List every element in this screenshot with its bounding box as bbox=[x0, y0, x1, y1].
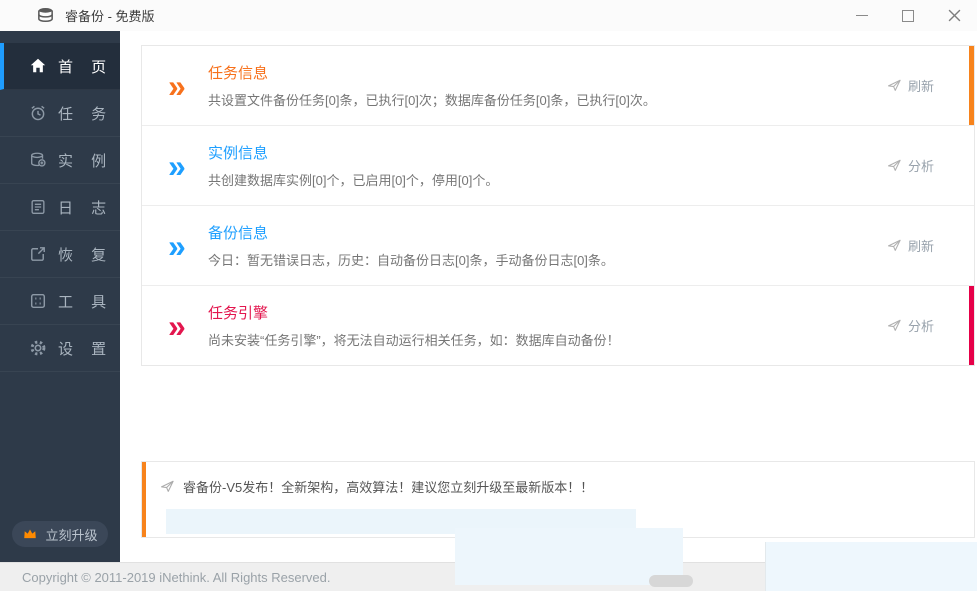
sidebar-item-logs[interactable]: 日 志 bbox=[0, 184, 120, 231]
copyright-text: Copyright © 2011-2019 iNethink. All Righ… bbox=[22, 569, 331, 585]
app-database-icon bbox=[36, 6, 55, 25]
maximize-button[interactable] bbox=[885, 0, 931, 31]
paper-plane-icon bbox=[887, 79, 901, 91]
card-text: 任务信息 共设置文件备份任务[0]条，已执行[0]次；数据库备份任务[0]条，已… bbox=[208, 62, 887, 109]
minimize-icon bbox=[856, 15, 868, 16]
announcement-text: 睿备份-V5发布！全新架构，高效算法！建议您立刻升级至最新版本！！ bbox=[183, 480, 594, 495]
upgrade-now-button[interactable]: 立刻升级 bbox=[12, 521, 108, 547]
minimize-button[interactable] bbox=[839, 0, 885, 31]
paper-plane-icon bbox=[160, 480, 174, 492]
card-title: 备份信息 bbox=[208, 225, 269, 242]
refresh-button[interactable]: 刷新 bbox=[887, 236, 934, 255]
sidebar-item-label: 恢 复 bbox=[58, 246, 114, 264]
overlay-blob bbox=[649, 575, 693, 587]
card-desc: 今日：暂无错误日志，历史：自动备份日志[0]条，手动备份日志[0]条。 bbox=[208, 253, 614, 268]
sidebar-item-tasks[interactable]: 任 务 bbox=[0, 90, 120, 137]
analyze-button[interactable]: 分析 bbox=[887, 156, 934, 175]
paper-plane-icon bbox=[887, 239, 901, 251]
sidebar: 首 页 任 务 实 例 日 志 恢 复 工 具 设 置 立刻升级 bbox=[0, 31, 120, 563]
database-icon bbox=[28, 151, 47, 170]
window-title: 睿备份 - 免费版 bbox=[65, 9, 155, 24]
sidebar-item-label: 日 志 bbox=[58, 199, 114, 217]
sidebar-item-settings[interactable]: 设 置 bbox=[0, 325, 120, 372]
sidebar-item-restore[interactable]: 恢 复 bbox=[0, 231, 120, 278]
sidebar-item-label: 工 具 bbox=[58, 293, 114, 311]
card-title: 任务引擎 bbox=[208, 305, 269, 322]
close-button[interactable] bbox=[931, 0, 977, 31]
action-label: 刷新 bbox=[907, 239, 934, 254]
double-chevron-icon: » bbox=[168, 307, 186, 344]
overlay-placeholder bbox=[765, 542, 977, 591]
card-text: 实例信息 共创建数据库实例[0]个，已启用[0]个，停用[0]个。 bbox=[208, 142, 887, 189]
analyze-button[interactable]: 分析 bbox=[887, 316, 934, 335]
card-desc: 共设置文件备份任务[0]条，已执行[0]次；数据库备份任务[0]条，已执行[0]… bbox=[208, 93, 656, 108]
card-text: 备份信息 今日：暂无错误日志，历史：自动备份日志[0]条，手动备份日志[0]条。 bbox=[208, 222, 887, 269]
card-task-info: » 任务信息 共设置文件备份任务[0]条，已执行[0]次；数据库备份任务[0]条… bbox=[142, 46, 974, 126]
refresh-button[interactable]: 刷新 bbox=[887, 76, 934, 95]
card-text: 任务引擎 尚未安装“任务引擎”，将无法自动运行相关任务，如：数据库自动备份！ bbox=[208, 302, 887, 349]
card-task-engine: » 任务引擎 尚未安装“任务引擎”，将无法自动运行相关任务，如：数据库自动备份！… bbox=[142, 286, 974, 365]
close-icon bbox=[948, 9, 960, 22]
action-label: 分析 bbox=[907, 159, 934, 174]
double-chevron-icon: » bbox=[168, 67, 186, 104]
announcement-card: 睿备份-V5发布！全新架构，高效算法！建议您立刻升级至最新版本！！ bbox=[141, 461, 975, 538]
card-accent-edge bbox=[969, 46, 974, 125]
sidebar-item-home[interactable]: 首 页 bbox=[0, 43, 120, 90]
home-icon bbox=[28, 57, 47, 76]
sidebar-item-label: 设 置 bbox=[58, 340, 114, 358]
log-icon bbox=[28, 198, 47, 217]
tools-icon bbox=[28, 292, 47, 311]
upgrade-label: 立刻升级 bbox=[45, 527, 98, 543]
overlay-placeholder bbox=[455, 528, 683, 585]
double-chevron-icon: » bbox=[168, 147, 186, 184]
gear-icon bbox=[28, 339, 47, 358]
sidebar-nav: 首 页 任 务 实 例 日 志 恢 复 工 具 设 置 bbox=[0, 31, 120, 372]
action-label: 分析 bbox=[907, 319, 934, 334]
card-desc: 尚未安装“任务引擎”，将无法自动运行相关任务，如：数据库自动备份！ bbox=[208, 333, 620, 348]
crown-icon bbox=[24, 529, 37, 539]
sidebar-item-label: 实 例 bbox=[58, 152, 114, 170]
announcement-row: 睿备份-V5发布！全新架构，高效算法！建议您立刻升级至最新版本！！ bbox=[142, 462, 974, 496]
sidebar-item-instances[interactable]: 实 例 bbox=[0, 137, 120, 184]
card-title: 实例信息 bbox=[208, 145, 269, 162]
restore-icon bbox=[28, 245, 47, 264]
card-title: 任务信息 bbox=[208, 65, 269, 82]
card-backup-info: » 备份信息 今日：暂无错误日志，历史：自动备份日志[0]条，手动备份日志[0]… bbox=[142, 206, 974, 286]
alarm-icon bbox=[28, 104, 47, 123]
sidebar-item-tools[interactable]: 工 具 bbox=[0, 278, 120, 325]
maximize-icon bbox=[902, 9, 914, 22]
announcement-accent-edge bbox=[142, 462, 146, 537]
status-panel: » 任务信息 共设置文件备份任务[0]条，已执行[0]次；数据库备份任务[0]条… bbox=[141, 45, 975, 366]
window-controls bbox=[839, 0, 977, 31]
title-bar: 睿备份 - 免费版 bbox=[0, 0, 977, 32]
paper-plane-icon bbox=[887, 319, 901, 331]
card-accent-edge bbox=[969, 286, 974, 365]
double-chevron-icon: » bbox=[168, 227, 186, 264]
card-desc: 共创建数据库实例[0]个，已启用[0]个，停用[0]个。 bbox=[208, 173, 499, 188]
paper-plane-icon bbox=[887, 159, 901, 171]
card-instance-info: » 实例信息 共创建数据库实例[0]个，已启用[0]个，停用[0]个。 分析 bbox=[142, 126, 974, 206]
main-content: » 任务信息 共设置文件备份任务[0]条，已执行[0]次；数据库备份任务[0]条… bbox=[120, 31, 977, 563]
sidebar-item-label: 首 页 bbox=[58, 58, 114, 76]
sidebar-item-label: 任 务 bbox=[58, 105, 114, 123]
action-label: 刷新 bbox=[907, 79, 934, 94]
